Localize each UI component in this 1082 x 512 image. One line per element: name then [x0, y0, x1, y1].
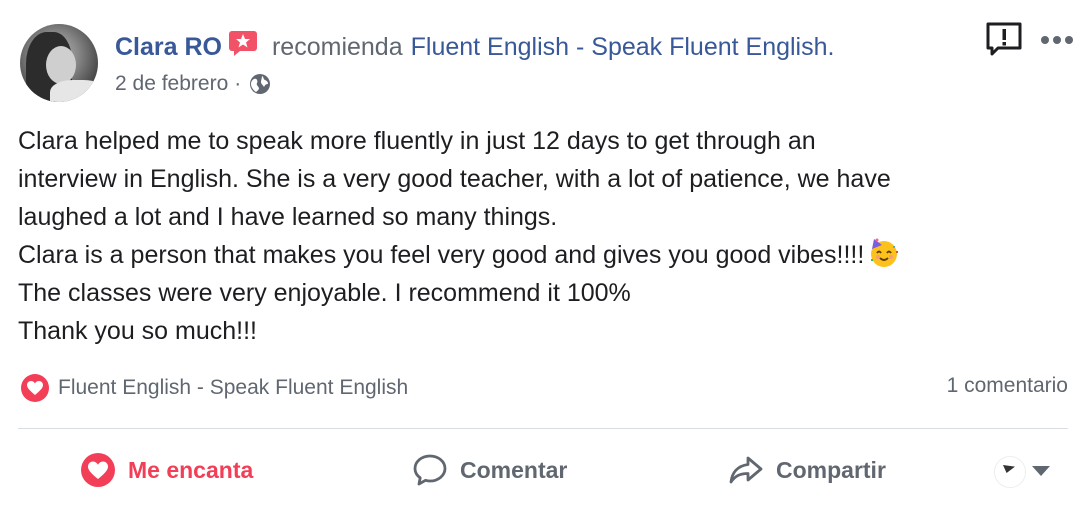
post-body-line: interview in English. She is a very good…: [18, 165, 891, 193]
page-name-link[interactable]: Fluent English - Speak Fluent English.: [411, 33, 835, 62]
reactions-summary[interactable]: Fluent English - Speak Fluent English: [20, 372, 408, 404]
post-body: Clara helped me to speak more fluently i…: [18, 122, 1068, 350]
meta-separator: ·: [234, 72, 242, 95]
author-name-link[interactable]: Clara RO: [115, 33, 222, 62]
globe-icon[interactable]: [249, 73, 271, 95]
love-button[interactable]: Me encanta: [80, 448, 253, 492]
post-body-line: The classes were very enjoyable. I recom…: [18, 279, 631, 307]
heart-icon: [81, 453, 115, 487]
more-options-icon[interactable]: [1040, 34, 1074, 46]
comment-button[interactable]: Comentar: [412, 448, 567, 492]
share-button[interactable]: Compartir: [728, 448, 886, 492]
post-body-line: laughed a lot and I have learned so many…: [18, 203, 558, 231]
love-button-label: Me encanta: [128, 456, 254, 483]
post-body-line: Thank you so much!!!: [18, 317, 258, 345]
share-button-label: Compartir: [776, 456, 886, 483]
divider: [18, 428, 1068, 429]
post-body-line: Clara is a person that makes you feel ve…: [18, 241, 865, 269]
post-header: Clara RO recomienda Fluent English - Spe…: [115, 30, 834, 64]
partying-face-icon: [871, 238, 899, 267]
comment-icon: [413, 454, 447, 486]
page-avatar-selector[interactable]: [994, 456, 1026, 488]
report-icon[interactable]: [984, 20, 1024, 60]
post-meta: 2 de febrero ·: [115, 70, 271, 98]
recommendation-badge-icon: [228, 30, 258, 56]
reactor-name: Fluent English - Speak Fluent English: [58, 376, 409, 399]
recommends-text: recomienda: [271, 32, 403, 61]
share-arrow-icon: [729, 456, 763, 484]
comment-button-label: Comentar: [460, 456, 568, 483]
comments-count-link[interactable]: 1 comentario: [947, 374, 1068, 398]
post-date-link[interactable]: 2 de febrero: [115, 72, 228, 96]
love-reaction-icon: [21, 374, 49, 402]
post-body-line: Clara helped me to speak more fluently i…: [18, 127, 816, 155]
recommendation-post: Clara RO recomienda Fluent English - Spe…: [0, 0, 1082, 512]
post-body-line-with-emoji: Clara is a person that makes you feel ve…: [18, 236, 1068, 274]
caret-down-icon[interactable]: [1030, 464, 1052, 478]
author-avatar[interactable]: [20, 24, 98, 102]
